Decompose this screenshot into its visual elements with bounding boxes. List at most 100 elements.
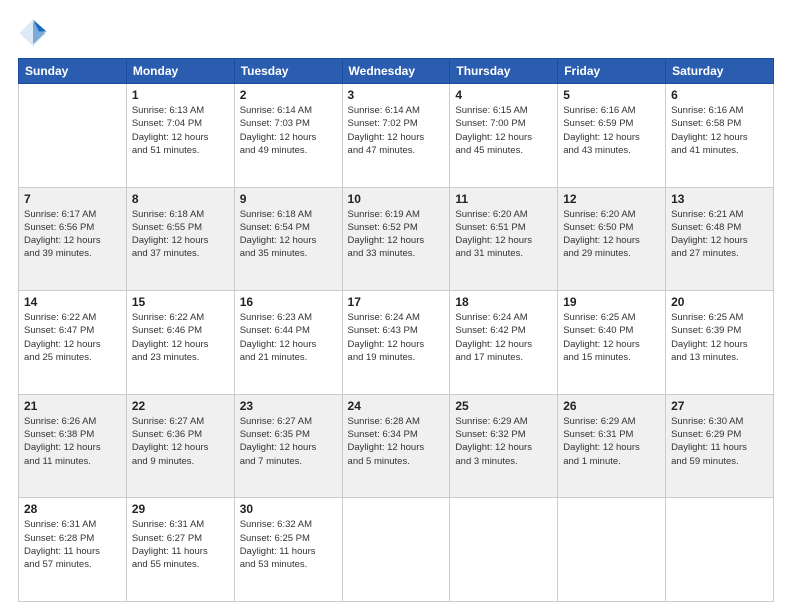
day-number: 9 [240, 192, 337, 206]
calendar-cell: 26 Sunrise: 6:29 AM Sunset: 6:31 PM Dayli… [558, 394, 666, 498]
calendar-cell: 12 Sunrise: 6:20 AM Sunset: 6:50 PM Dayli… [558, 187, 666, 291]
calendar-cell: 1 Sunrise: 6:13 AM Sunset: 7:04 PM Daylig… [126, 84, 234, 188]
day-info: Sunrise: 6:18 AM Sunset: 6:54 PM Dayligh… [240, 208, 337, 261]
logo [18, 18, 52, 48]
day-info: Sunrise: 6:19 AM Sunset: 6:52 PM Dayligh… [348, 208, 445, 261]
calendar-cell: 10 Sunrise: 6:19 AM Sunset: 6:52 PM Dayli… [342, 187, 450, 291]
calendar-cell: 7Sunrise: 6:17 AM Sunset: 6:56 PM Daylig… [19, 187, 127, 291]
calendar-cell: 16 Sunrise: 6:23 AM Sunset: 6:44 PM Dayli… [234, 291, 342, 395]
calendar-cell: 11 Sunrise: 6:20 AM Sunset: 6:51 PM Dayli… [450, 187, 558, 291]
calendar-cell: 24Sunrise: 6:28 AM Sunset: 6:34 PM Dayli… [342, 394, 450, 498]
day-number: 13 [671, 192, 768, 206]
calendar-cell [666, 498, 774, 602]
day-number: 24 [348, 399, 445, 413]
day-number: 12 [563, 192, 660, 206]
day-info: Sunrise: 6:27 AM Sunset: 6:36 PM Dayligh… [132, 415, 229, 468]
day-number: 10 [348, 192, 445, 206]
calendar-cell: 27 Sunrise: 6:30 AM Sunset: 6:29 PM Dayli… [666, 394, 774, 498]
day-number: 20 [671, 295, 768, 309]
calendar-table: SundayMondayTuesdayWednesdayThursdayFrid… [18, 58, 774, 602]
day-info: Sunrise: 6:14 AM Sunset: 7:02 PM Dayligh… [348, 104, 445, 157]
calendar-cell: 28 Sunrise: 6:31 AM Sunset: 6:28 PM Dayli… [19, 498, 127, 602]
day-number: 1 [132, 88, 229, 102]
calendar-cell: 21Sunrise: 6:26 AM Sunset: 6:38 PM Dayli… [19, 394, 127, 498]
weekday-header-saturday: Saturday [666, 59, 774, 84]
day-info: Sunrise: 6:20 AM Sunset: 6:51 PM Dayligh… [455, 208, 552, 261]
calendar-cell: 25Sunrise: 6:29 AM Sunset: 6:32 PM Dayli… [450, 394, 558, 498]
calendar-cell: 20 Sunrise: 6:25 AM Sunset: 6:39 PM Dayli… [666, 291, 774, 395]
day-number: 27 [671, 399, 768, 413]
calendar-cell [558, 498, 666, 602]
day-number: 26 [563, 399, 660, 413]
day-info: Sunrise: 6:15 AM Sunset: 7:00 PM Dayligh… [455, 104, 552, 157]
header [18, 18, 774, 48]
calendar-cell: 29Sunrise: 6:31 AM Sunset: 6:27 PM Dayli… [126, 498, 234, 602]
calendar-cell: 30 Sunrise: 6:32 AM Sunset: 6:25 PM Dayli… [234, 498, 342, 602]
day-info: Sunrise: 6:26 AM Sunset: 6:38 PM Dayligh… [24, 415, 121, 468]
day-number: 14 [24, 295, 121, 309]
day-info: Sunrise: 6:29 AM Sunset: 6:32 PM Dayligh… [455, 415, 552, 468]
weekday-header-monday: Monday [126, 59, 234, 84]
day-number: 15 [132, 295, 229, 309]
day-number: 30 [240, 502, 337, 516]
weekday-header-friday: Friday [558, 59, 666, 84]
calendar-week-row: 28 Sunrise: 6:31 AM Sunset: 6:28 PM Dayli… [19, 498, 774, 602]
day-info: Sunrise: 6:24 AM Sunset: 6:42 PM Dayligh… [455, 311, 552, 364]
day-info: Sunrise: 6:21 AM Sunset: 6:48 PM Dayligh… [671, 208, 768, 261]
day-number: 4 [455, 88, 552, 102]
day-info: Sunrise: 6:30 AM Sunset: 6:29 PM Dayligh… [671, 415, 768, 468]
calendar-cell: 14Sunrise: 6:22 AM Sunset: 6:47 PM Dayli… [19, 291, 127, 395]
day-number: 29 [132, 502, 229, 516]
day-number: 6 [671, 88, 768, 102]
day-number: 22 [132, 399, 229, 413]
calendar-week-row: 14Sunrise: 6:22 AM Sunset: 6:47 PM Dayli… [19, 291, 774, 395]
calendar-week-row: 21Sunrise: 6:26 AM Sunset: 6:38 PM Dayli… [19, 394, 774, 498]
day-info: Sunrise: 6:23 AM Sunset: 6:44 PM Dayligh… [240, 311, 337, 364]
weekday-header-thursday: Thursday [450, 59, 558, 84]
day-number: 2 [240, 88, 337, 102]
weekday-header-row: SundayMondayTuesdayWednesdayThursdayFrid… [19, 59, 774, 84]
weekday-header-tuesday: Tuesday [234, 59, 342, 84]
day-info: Sunrise: 6:17 AM Sunset: 6:56 PM Dayligh… [24, 208, 121, 261]
day-number: 18 [455, 295, 552, 309]
day-number: 11 [455, 192, 552, 206]
day-info: Sunrise: 6:25 AM Sunset: 6:39 PM Dayligh… [671, 311, 768, 364]
calendar-cell: 18 Sunrise: 6:24 AM Sunset: 6:42 PM Dayli… [450, 291, 558, 395]
day-info: Sunrise: 6:27 AM Sunset: 6:35 PM Dayligh… [240, 415, 337, 468]
day-info: Sunrise: 6:16 AM Sunset: 6:59 PM Dayligh… [563, 104, 660, 157]
calendar-cell: 8 Sunrise: 6:18 AM Sunset: 6:55 PM Daylig… [126, 187, 234, 291]
calendar-cell: 17Sunrise: 6:24 AM Sunset: 6:43 PM Dayli… [342, 291, 450, 395]
day-number: 5 [563, 88, 660, 102]
day-info: Sunrise: 6:14 AM Sunset: 7:03 PM Dayligh… [240, 104, 337, 157]
calendar-cell: 15 Sunrise: 6:22 AM Sunset: 6:46 PM Dayli… [126, 291, 234, 395]
day-info: Sunrise: 6:29 AM Sunset: 6:31 PM Dayligh… [563, 415, 660, 468]
calendar-cell [450, 498, 558, 602]
calendar-cell: 19Sunrise: 6:25 AM Sunset: 6:40 PM Dayli… [558, 291, 666, 395]
day-info: Sunrise: 6:25 AM Sunset: 6:40 PM Dayligh… [563, 311, 660, 364]
day-number: 28 [24, 502, 121, 516]
calendar-cell: 3 Sunrise: 6:14 AM Sunset: 7:02 PM Daylig… [342, 84, 450, 188]
calendar-cell: 5 Sunrise: 6:16 AM Sunset: 6:59 PM Daylig… [558, 84, 666, 188]
calendar-cell: 6 Sunrise: 6:16 AM Sunset: 6:58 PM Daylig… [666, 84, 774, 188]
calendar-cell: 2 Sunrise: 6:14 AM Sunset: 7:03 PM Daylig… [234, 84, 342, 188]
calendar-cell: 23 Sunrise: 6:27 AM Sunset: 6:35 PM Dayli… [234, 394, 342, 498]
day-info: Sunrise: 6:22 AM Sunset: 6:46 PM Dayligh… [132, 311, 229, 364]
day-info: Sunrise: 6:32 AM Sunset: 6:25 PM Dayligh… [240, 518, 337, 571]
day-info: Sunrise: 6:31 AM Sunset: 6:28 PM Dayligh… [24, 518, 121, 571]
day-info: Sunrise: 6:18 AM Sunset: 6:55 PM Dayligh… [132, 208, 229, 261]
page: SundayMondayTuesdayWednesdayThursdayFrid… [0, 0, 792, 612]
day-info: Sunrise: 6:16 AM Sunset: 6:58 PM Dayligh… [671, 104, 768, 157]
day-number: 23 [240, 399, 337, 413]
day-info: Sunrise: 6:13 AM Sunset: 7:04 PM Dayligh… [132, 104, 229, 157]
calendar-week-row: 7Sunrise: 6:17 AM Sunset: 6:56 PM Daylig… [19, 187, 774, 291]
calendar-cell [342, 498, 450, 602]
calendar-cell [19, 84, 127, 188]
calendar-cell: 22 Sunrise: 6:27 AM Sunset: 6:36 PM Dayli… [126, 394, 234, 498]
day-number: 3 [348, 88, 445, 102]
day-number: 8 [132, 192, 229, 206]
weekday-header-wednesday: Wednesday [342, 59, 450, 84]
day-info: Sunrise: 6:24 AM Sunset: 6:43 PM Dayligh… [348, 311, 445, 364]
calendar-week-row: 1 Sunrise: 6:13 AM Sunset: 7:04 PM Daylig… [19, 84, 774, 188]
day-number: 16 [240, 295, 337, 309]
day-info: Sunrise: 6:20 AM Sunset: 6:50 PM Dayligh… [563, 208, 660, 261]
